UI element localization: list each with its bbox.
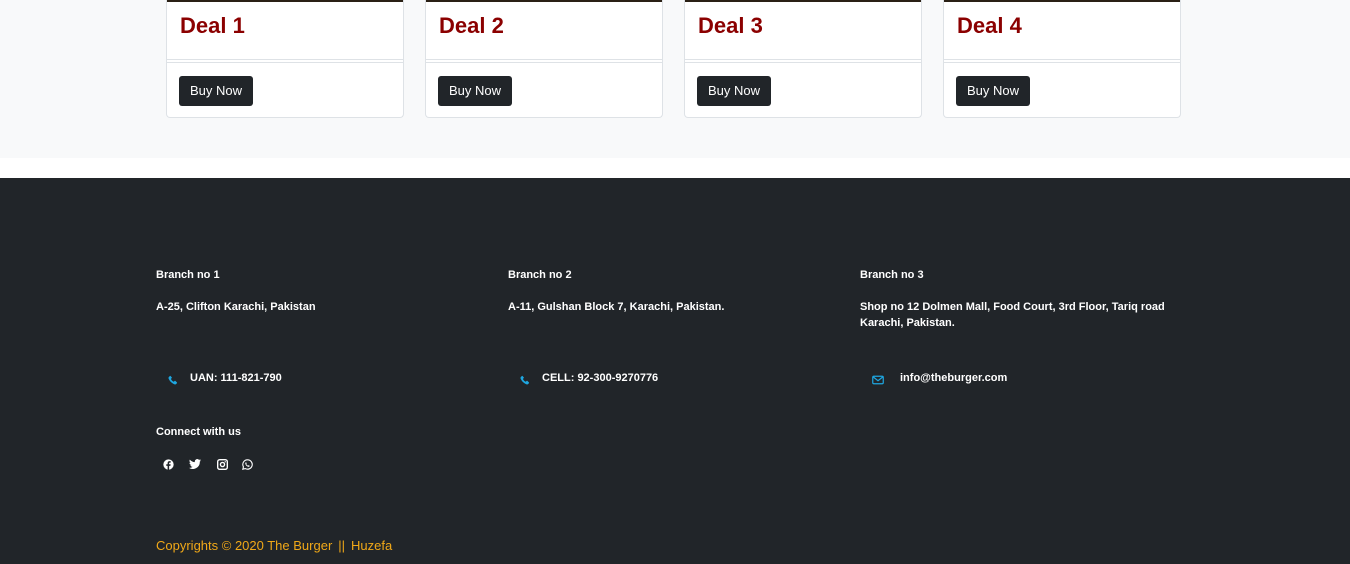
buy-now-button[interactable]: Buy Now [956,76,1031,106]
branch-address: Shop no 12 Dolmen Mall, Food Court, 3rd … [860,301,1165,329]
deal-image [167,0,403,2]
copyright-text: Copyrights © 2020 The Burger [156,538,333,553]
phone-icon [520,372,530,390]
deal-image [426,0,662,2]
branch-heading: Branch no 1 [156,269,220,281]
branch-contact-uan: UAN: 111-821-790 [190,372,282,384]
divider [426,62,662,63]
branch-heading: Branch no 2 [508,269,572,281]
divider [426,59,662,60]
copyright: Copyrights © 2020 The Burger || Huzefa [156,538,392,554]
divider [944,59,1180,60]
divider [167,59,403,60]
deal-card: Deal 3 Buy Now [684,0,922,118]
deal-image [944,0,1180,2]
branch-contact-cell: CELL: 92-300-9270776 [542,372,659,384]
divider [685,59,921,60]
deal-card: Deal 4 Buy Now [943,0,1181,118]
site-footer: Branch no 1 A-25, Clifton Karachi, Pakis… [0,178,1350,564]
divider [167,62,403,63]
instagram-icon[interactable] [216,458,228,470]
connect-heading: Connect with us [156,426,241,438]
facebook-icon[interactable] [162,458,174,470]
contact-email[interactable]: info@theburger.com [900,370,1007,386]
deal-title: Deal 4 [957,13,1022,38]
twitter-icon[interactable] [189,458,201,470]
deal-title: Deal 1 [180,13,245,38]
buy-now-button[interactable]: Buy Now [697,76,772,106]
deal-card: Deal 2 Buy Now [425,0,663,118]
deal-title: Deal 3 [698,13,763,38]
divider [944,62,1180,63]
deals-section: Deal 1 Buy Now Deal 2 Buy Now Deal 3 Buy… [0,0,1350,158]
phone-icon [168,372,178,390]
whatsapp-icon[interactable] [241,458,253,470]
buy-now-button[interactable]: Buy Now [438,76,513,106]
branch-heading: Branch no 3 [860,269,924,281]
branch-address: A-25, Clifton Karachi, Pakistan [156,301,316,313]
envelope-icon [872,372,884,390]
divider [685,62,921,63]
deal-title: Deal 2 [439,13,504,38]
buy-now-button[interactable]: Buy Now [179,76,254,106]
copyright-separator: || [338,538,346,553]
deal-card: Deal 1 Buy Now [166,0,404,118]
branch-address: A-11, Gulshan Block 7, Karachi, Pakistan… [508,301,725,313]
copyright-author: Huzefa [351,538,393,553]
deal-image [685,0,921,2]
